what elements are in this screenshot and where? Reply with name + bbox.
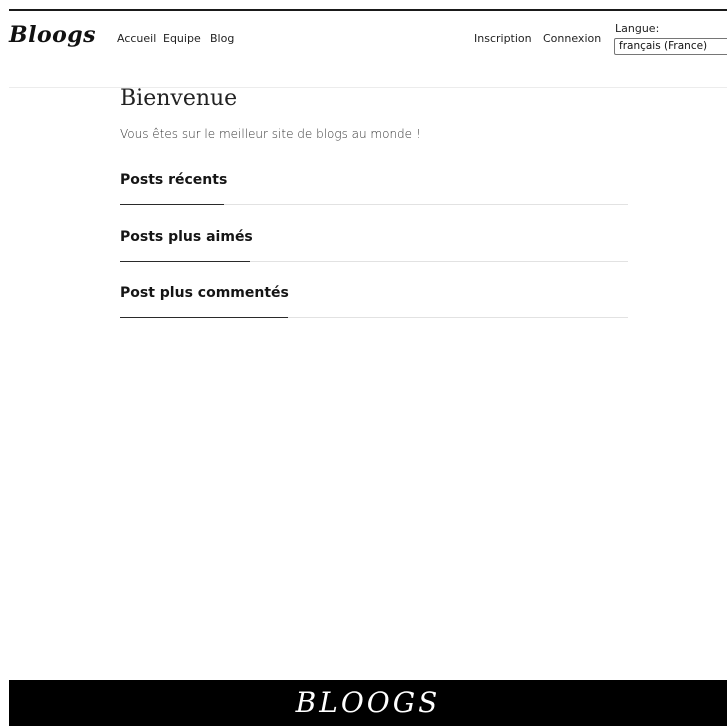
footer: BLOOGS <box>9 680 727 726</box>
nav-inscription[interactable]: Inscription <box>474 32 532 45</box>
nav-accueil[interactable]: Accueil <box>117 32 156 45</box>
page-title: Bienvenue <box>120 86 238 111</box>
section-heading-recent: Posts récents <box>120 172 228 188</box>
section-underline <box>120 261 250 262</box>
nav-connexion[interactable]: Connexion <box>543 32 601 45</box>
nav-equipe[interactable]: Equipe <box>163 32 201 45</box>
language-select[interactable]: français (France) <box>614 38 727 55</box>
footer-logo: BLOOGS <box>295 686 441 719</box>
language-label: Langue: <box>615 22 660 35</box>
section-heading-liked: Posts plus aimés <box>120 229 253 245</box>
section-underline <box>120 317 288 318</box>
left-edge <box>0 0 9 726</box>
brand-logo[interactable]: Bloogs <box>9 22 96 48</box>
page-subtitle: Vous êtes sur le meilleur site de blogs … <box>120 127 421 141</box>
section-heading-commented: Post plus commentés <box>120 285 289 301</box>
section-underline <box>120 204 224 205</box>
nav-blog[interactable]: Blog <box>210 32 234 45</box>
